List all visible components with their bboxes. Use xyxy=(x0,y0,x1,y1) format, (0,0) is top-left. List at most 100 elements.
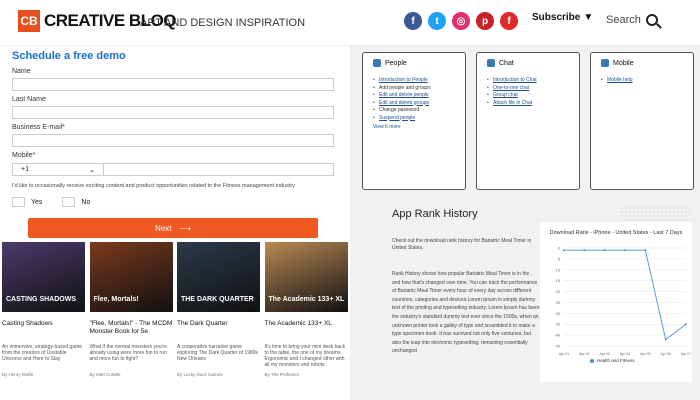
logo-mark: CB xyxy=(18,10,40,32)
next-button[interactable]: Next ⟶ xyxy=(28,218,318,238)
twitter-icon[interactable]: t xyxy=(428,12,446,30)
y-tick-label: 15 xyxy=(556,278,561,283)
article-card[interactable]: CASTING SHADOWS Casting Shadows An immersi… xyxy=(0,242,88,400)
thumbnail-caption: CASTING SHADOWS xyxy=(6,296,76,303)
article-author: By Lucky Duck Games xyxy=(177,372,223,377)
form-title: Schedule a free demo xyxy=(12,50,126,62)
search-button[interactable]: Search xyxy=(606,14,658,26)
next-label: Next xyxy=(155,223,172,233)
article-card[interactable]: THE DARK QUARTER The Dark Quarter A cooper… xyxy=(175,242,263,400)
card-link[interactable]: Mobile help xyxy=(601,77,693,85)
data-point[interactable] xyxy=(664,338,667,341)
chat-icon xyxy=(487,59,495,67)
thumbnail-caption: THE DARK QUARTER xyxy=(181,296,254,303)
article-author: By Henry Wolfe xyxy=(2,372,34,377)
rank-title: App Rank History xyxy=(392,208,478,220)
y-tick-label: 45 xyxy=(556,344,561,349)
chevron-down-icon: ▼ xyxy=(583,12,594,23)
mobile-field[interactable] xyxy=(104,163,334,176)
card-link[interactable]: Edit and delete people xyxy=(373,92,465,100)
card-link[interactable]: Introduction to Chat xyxy=(487,77,579,85)
last-name-field[interactable] xyxy=(12,106,334,119)
yes-checkbox[interactable] xyxy=(12,197,25,207)
y-tick-label: 25 xyxy=(556,300,561,305)
card-links: Mobile help xyxy=(591,67,693,85)
country-code-value: +1 xyxy=(21,166,29,173)
data-point[interactable] xyxy=(685,323,687,326)
people-icon xyxy=(373,59,381,67)
card-mobile: Mobile Mobile help xyxy=(590,52,694,190)
no-label: No xyxy=(81,198,91,206)
social-links: f t ◎ p f xyxy=(404,12,518,30)
x-tick-label: Apr 04 xyxy=(620,352,630,356)
article-author: By Matt Colville xyxy=(89,372,121,377)
card-header: Chat xyxy=(477,53,579,67)
name-field[interactable] xyxy=(12,78,334,91)
search-label: Search xyxy=(606,14,641,26)
flipboard-icon[interactable]: f xyxy=(500,12,518,30)
article-title[interactable]: The Dark Quarter xyxy=(177,320,261,336)
card-link[interactable]: Edit and delete groups xyxy=(373,100,465,108)
legend-marker xyxy=(590,358,594,363)
article-description: It's time to bring your mini desk back t… xyxy=(264,344,346,368)
pinterest-icon[interactable]: p xyxy=(476,12,494,30)
country-code-select[interactable]: +1 ⌄ xyxy=(12,163,104,176)
article-author: By The Professor xyxy=(264,372,300,377)
card-link[interactable]: Group chat xyxy=(487,92,579,100)
demo-form: Schedule a free demo Name Last Name Busi… xyxy=(0,46,345,242)
consent-options: Yes No xyxy=(12,197,90,207)
x-tick-label: Apr 05 xyxy=(640,352,650,356)
card-header: Mobile xyxy=(591,53,693,67)
no-checkbox[interactable] xyxy=(62,197,76,207)
rank-subtitle: Check out the download rank history for … xyxy=(392,238,532,251)
instagram-icon[interactable]: ◎ xyxy=(452,12,470,30)
article-thumbnail[interactable]: THE DARK QUARTER xyxy=(177,242,260,312)
article-description: A cooperative narrative game exploring T… xyxy=(177,344,259,362)
thumbnail-caption: Flee, Mortals! xyxy=(93,296,139,303)
email-field[interactable] xyxy=(12,134,334,147)
arrow-right-icon: ⟶ xyxy=(179,223,191,233)
article-thumbnail[interactable]: The Academic 133+ XL xyxy=(264,242,348,312)
article-card[interactable]: The Academic 133+ XL The Academic 133+ XL… xyxy=(263,242,351,400)
card-link[interactable]: Suspend people xyxy=(373,115,465,123)
subscribe-label: Subscribe xyxy=(532,12,581,23)
card-link[interactable]: Attach file in Chat xyxy=(487,100,579,108)
y-tick-label: 20 xyxy=(556,289,561,294)
data-point[interactable] xyxy=(603,249,606,252)
card-title: People xyxy=(385,59,407,67)
article-card[interactable]: Flee, Mortals! "Flee, Mortals!" - The MCD… xyxy=(88,242,176,400)
consent-text: I'd like to occasionally receive excitin… xyxy=(12,183,295,189)
view-more-link[interactable]: View 6 more xyxy=(363,122,465,130)
y-tick-label: 40 xyxy=(556,333,561,338)
article-list: CASTING SHADOWS Casting Shadows An immersi… xyxy=(0,242,350,400)
chart-legend: Health and Fitness xyxy=(590,358,635,363)
card-link[interactable]: Introduction to People xyxy=(373,77,465,85)
facebook-icon[interactable]: f xyxy=(404,12,422,30)
chevron-down-icon: ⌄ xyxy=(89,166,95,174)
article-title[interactable]: "Flee, Mortals!" - The MCDM Monster Book… xyxy=(90,320,174,336)
yes-label: Yes xyxy=(31,198,43,206)
data-point[interactable] xyxy=(563,249,565,252)
chart-plot: 0 5 10 15 20 25 30 35 40 45 Apr 01 Apr 02 Apr 03 Apr … xyxy=(556,246,692,357)
x-tick-label: Apr 03 xyxy=(600,352,610,356)
card-link[interactable]: Add people and groups xyxy=(373,85,465,93)
series-line xyxy=(564,249,687,341)
data-point[interactable] xyxy=(624,249,626,252)
article-thumbnail[interactable]: CASTING SHADOWS xyxy=(2,242,85,312)
article-thumbnail[interactable]: Flee, Mortals! xyxy=(89,242,173,312)
card-header: People xyxy=(363,53,465,67)
card-link[interactable]: One-to-one chat xyxy=(487,85,579,93)
card-title: Chat xyxy=(499,59,514,67)
article-title[interactable]: Casting Shadows xyxy=(2,320,86,336)
subscribe-button[interactable]: Subscribe ▼ xyxy=(532,12,593,23)
article-title[interactable]: The Academic 133+ XL xyxy=(265,320,349,336)
data-point[interactable] xyxy=(644,249,647,252)
site-tagline: ART AND DESIGN INSPIRATION xyxy=(140,17,306,29)
y-tick-label: 10 xyxy=(556,267,561,272)
search-icon xyxy=(645,14,658,26)
y-tick-label: 35 xyxy=(556,322,561,327)
card-link[interactable]: Change password xyxy=(373,107,465,115)
data-point[interactable] xyxy=(583,249,586,252)
mobile-label: Mobile* xyxy=(12,152,36,159)
article-description: An immersive, strategy-based game from t… xyxy=(2,344,83,362)
